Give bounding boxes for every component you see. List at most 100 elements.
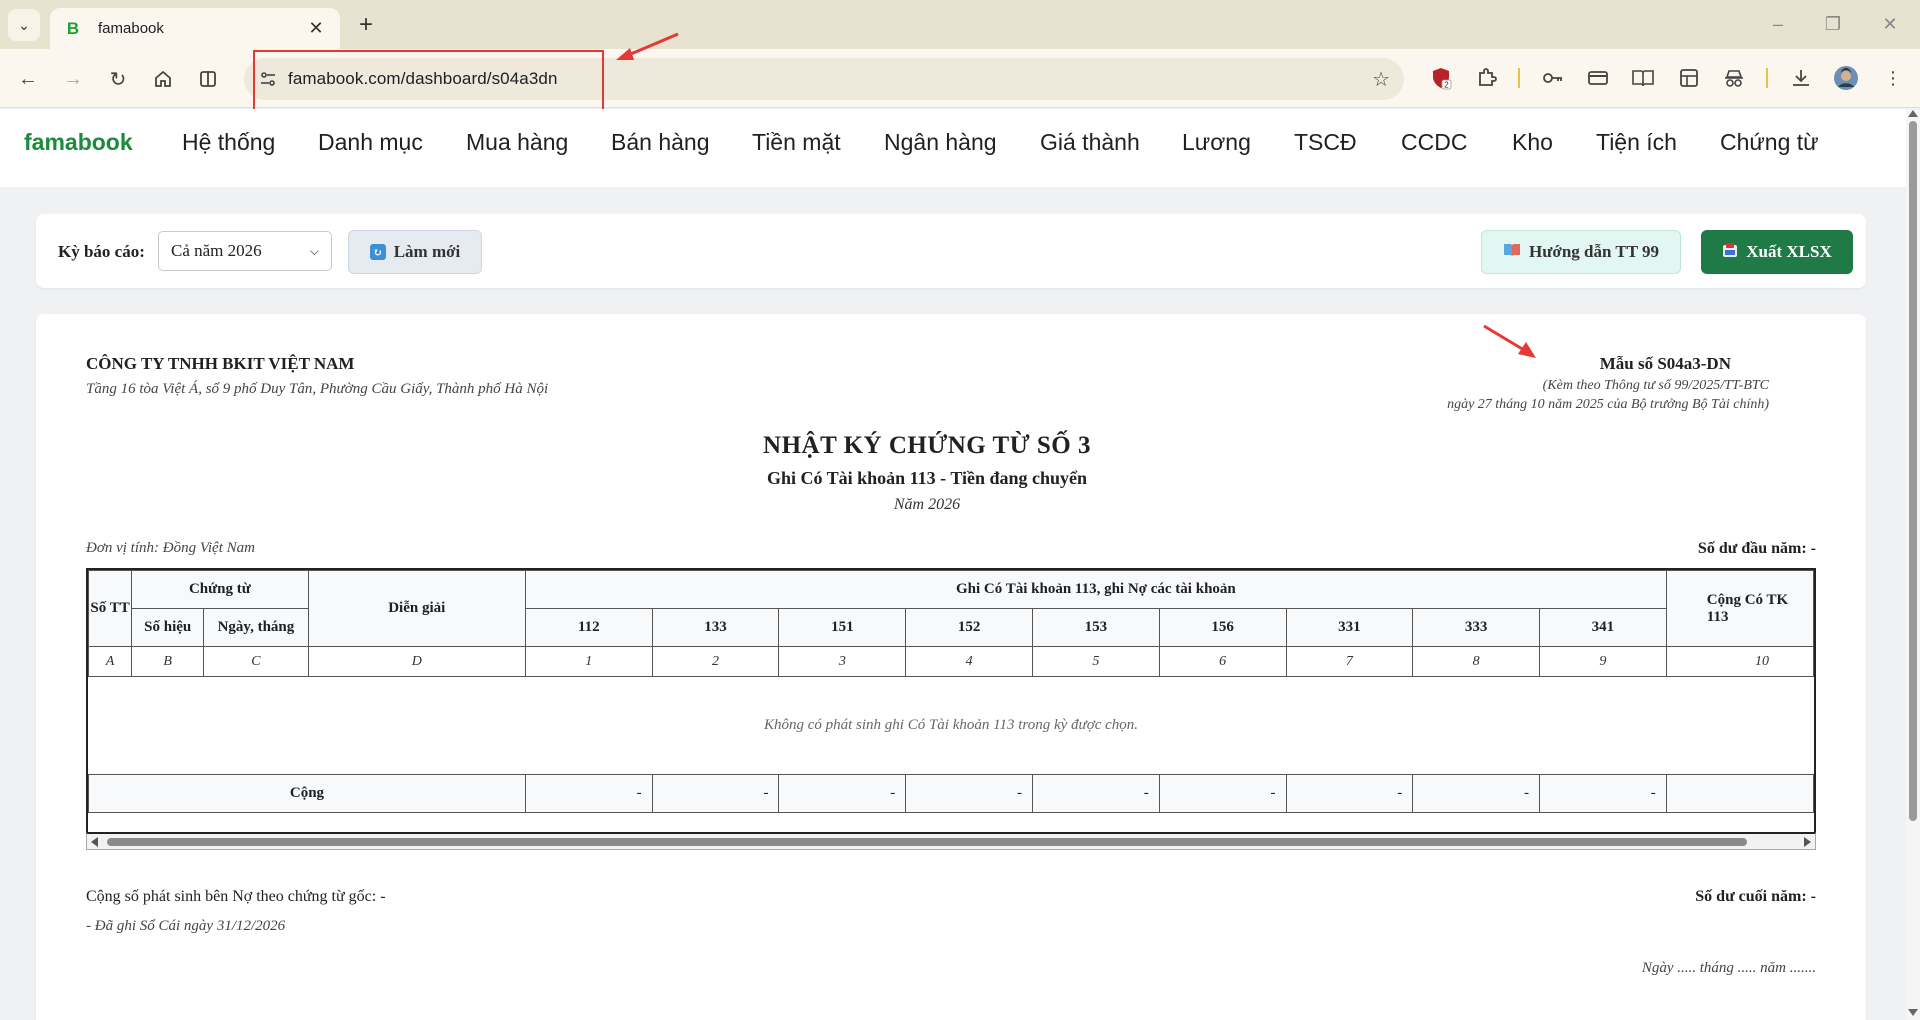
address-bar[interactable]: famabook.com/dashboard/s04a3dn ☆	[244, 58, 1404, 100]
menu-chung-tu[interactable]: Chứng từ	[1720, 129, 1819, 156]
puzzle-extension-icon[interactable]	[1474, 65, 1500, 91]
column-letter: 5	[1031, 646, 1160, 677]
shield-extension-icon[interactable]: 2	[1428, 65, 1454, 91]
period-select[interactable]: Cả năm 2026 ⌵	[158, 231, 332, 271]
close-tab-icon[interactable]: ✕	[306, 18, 326, 39]
menu-he-thong[interactable]: Hệ thống	[182, 129, 275, 156]
svg-text:2: 2	[1444, 81, 1449, 90]
main-content: Kỳ báo cáo: Cả năm 2026 ⌵ ↻ Làm mới Hướn…	[12, 190, 1894, 1020]
total-row: Cộng - - - - - - - - -	[88, 774, 1814, 813]
company-address: Tầng 16 tòa Việt Á, số 9 phố Duy Tân, Ph…	[86, 381, 549, 397]
card-icon[interactable]	[1585, 65, 1611, 91]
menu-ccdc[interactable]: CCDC	[1401, 129, 1467, 156]
scroll-left-icon[interactable]	[91, 837, 98, 847]
header-account: 333	[1412, 608, 1541, 647]
toolbar-separator	[1518, 68, 1520, 88]
scrollbar-thumb[interactable]	[1909, 121, 1917, 821]
total-value: -	[1031, 774, 1160, 813]
form-note: (Kèm theo Thông tư số 99/2025/TT-BTC ngà…	[1369, 378, 1769, 413]
new-tab-button[interactable]: +	[352, 11, 380, 39]
table-icon[interactable]	[1676, 65, 1702, 91]
hscroll-thumb[interactable]	[107, 838, 1747, 846]
menu-gia-thanh[interactable]: Giá thành	[1040, 129, 1140, 156]
minimize-icon[interactable]: –	[1758, 10, 1798, 38]
site-info-icon[interactable]	[258, 69, 278, 89]
app-navbar: famabook Hệ thống Danh mục Mua hàng Bán …	[0, 109, 1906, 187]
sign-date: Ngày ..... tháng ..... năm .......	[1641, 960, 1816, 976]
reload-icon[interactable]: ↻	[102, 63, 134, 95]
scroll-up-icon[interactable]	[1908, 110, 1918, 117]
column-letter: 1	[524, 646, 653, 677]
scroll-right-icon[interactable]	[1804, 837, 1811, 847]
menu-danh-muc[interactable]: Danh mục	[318, 129, 423, 156]
header-stt: Số TT	[88, 570, 133, 647]
header-account: 112	[524, 608, 653, 647]
column-letter: C	[203, 646, 309, 677]
more-menu-icon[interactable]: ⋮	[1880, 65, 1906, 91]
total-value: -	[778, 774, 907, 813]
browser-tab[interactable]: B famabook ✕	[50, 8, 340, 49]
header-account: 133	[651, 608, 780, 647]
incognito-icon[interactable]	[1721, 65, 1747, 91]
brand-logo[interactable]: famabook	[24, 129, 133, 156]
export-xlsx-button[interactable]: Xuất XLSX	[1701, 230, 1853, 274]
header-voucher-no: Số hiệu	[131, 608, 205, 647]
menu-luong[interactable]: Lương	[1182, 129, 1251, 156]
form-number: Mẫu số S04a3-DN	[1599, 354, 1731, 373]
chevron-down-icon: ⌵	[309, 243, 319, 258]
tab-search-button[interactable]: ⌄	[8, 9, 40, 41]
total-value-empty	[1665, 774, 1814, 813]
closing-balance: Số dư cuối năm: -	[1695, 888, 1816, 905]
column-letter: 6	[1158, 646, 1287, 677]
column-letter: 9	[1539, 646, 1667, 677]
header-account: 341	[1539, 608, 1667, 647]
header-voucher: Chứng từ	[131, 570, 309, 609]
column-letter: 10	[1665, 646, 1814, 677]
header-total-credit: Cộng Có TK 113	[1665, 570, 1814, 647]
download-icon[interactable]	[1788, 65, 1814, 91]
menu-mua-hang[interactable]: Mua hàng	[466, 129, 568, 156]
refresh-button[interactable]: ↻ Làm mới	[348, 230, 482, 274]
url-text: famabook.com/dashboard/s04a3dn	[288, 69, 558, 88]
total-value: -	[1412, 774, 1541, 813]
page-scrollbar[interactable]	[1906, 109, 1920, 1020]
menu-tien-mat[interactable]: Tiền mặt	[752, 129, 841, 156]
home-icon[interactable]	[147, 63, 179, 95]
menu-tien-ich[interactable]: Tiện ích	[1596, 129, 1677, 156]
split-view-icon[interactable]	[192, 63, 224, 95]
refresh-label: Làm mới	[393, 242, 461, 261]
journal-table-container[interactable]: Số TT Chứng từ Diễn giải Ghi Có Tài khoả…	[86, 568, 1816, 832]
form-note-line-2: ngày 27 tháng 10 năm 2025 của Bộ trưởng …	[1447, 397, 1769, 412]
header-description: Diễn giải	[307, 570, 526, 647]
company-name: CÔNG TY TNHH BKIT VIỆT NAM	[86, 354, 355, 373]
forward-icon[interactable]: →	[57, 63, 89, 95]
guide-button[interactable]: Hướng dẫn TT 99	[1481, 230, 1681, 274]
report-subtitle: Ghi Có Tài khoản 113 - Tiền đang chuyển	[766, 468, 1088, 488]
report-year: Năm 2026	[893, 496, 961, 513]
bookmark-star-icon[interactable]: ☆	[1372, 67, 1390, 92]
close-window-icon[interactable]: ✕	[1870, 10, 1910, 38]
column-letter: 3	[778, 646, 907, 677]
back-icon[interactable]: ←	[12, 63, 44, 95]
tab-title: famabook	[98, 20, 164, 37]
report-sheet: CÔNG TY TNHH BKIT VIỆT NAM Tầng 16 tòa V…	[36, 314, 1866, 1020]
reading-mode-icon[interactable]	[1630, 65, 1656, 91]
total-value: -	[524, 774, 653, 813]
total-value: -	[1158, 774, 1287, 813]
ledger-note: - Đã ghi Sổ Cái ngày 31/12/2026	[86, 918, 286, 934]
famabook-favicon-icon: B	[66, 18, 80, 38]
period-select-value: Cả năm 2026	[171, 241, 262, 260]
total-value: -	[1539, 774, 1667, 813]
toolbar-separator	[1766, 68, 1768, 88]
key-icon[interactable]	[1540, 65, 1566, 91]
menu-ban-hang[interactable]: Bán hàng	[611, 129, 709, 156]
table-horizontal-scrollbar[interactable]	[86, 832, 1816, 850]
avatar[interactable]	[1833, 65, 1859, 91]
menu-ngan-hang[interactable]: Ngân hàng	[884, 129, 997, 156]
scroll-down-icon[interactable]	[1908, 1009, 1918, 1016]
column-letter: 4	[905, 646, 1033, 677]
menu-kho[interactable]: Kho	[1512, 129, 1553, 156]
restore-icon[interactable]: ❐	[1813, 10, 1853, 38]
menu-tscd[interactable]: TSCĐ	[1294, 129, 1357, 156]
currency-unit: Đơn vị tính: Đồng Việt Nam	[86, 540, 255, 556]
